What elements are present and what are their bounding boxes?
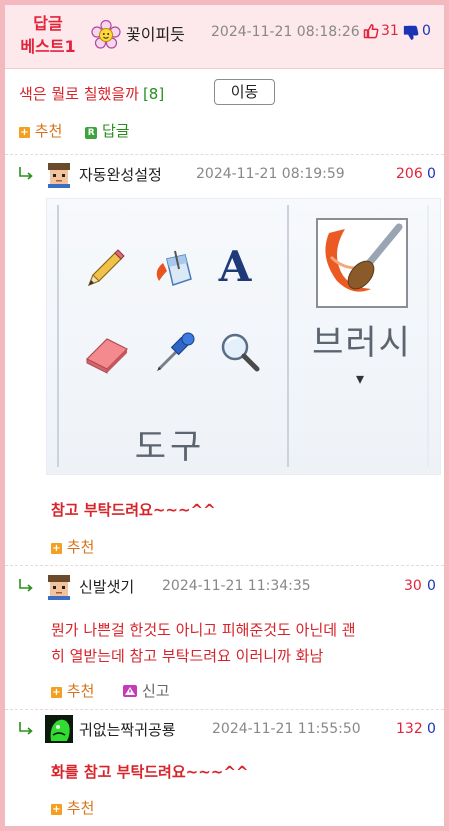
recommend-button[interactable]: + 추천 (51, 797, 94, 818)
comment-downvotes[interactable]: 0 (427, 721, 436, 737)
brush-dropdown-icon[interactable]: ▾ (345, 369, 375, 388)
comment-text: 화를 참고 부탁드려요~~~^^ (51, 763, 249, 781)
reply-icon: R (85, 127, 98, 139)
plus-icon: + (51, 804, 62, 815)
avatar[interactable] (45, 715, 73, 743)
comment-downvotes[interactable]: 0 (427, 166, 436, 182)
comment-upvotes[interactable]: 132 (396, 721, 423, 737)
recommend-button[interactable]: + 추천 (19, 122, 62, 140)
comment-timestamp: 2024-11-21 11:34:35 (162, 578, 311, 594)
best-reply-header: 답글 베스트1 꽃이피듯 2024-11-21 08:18:26 31 0 (5, 5, 444, 69)
recommend-button[interactable]: + 추천 (51, 536, 94, 557)
comment-image-paint-tools: A 도구 브러시 ▾ (46, 198, 441, 475)
comment-upvotes[interactable]: 30 (404, 578, 422, 594)
comment-panel: 답글 베스트1 꽃이피듯 2024-11-21 08:18:26 31 0 색은… (5, 5, 444, 826)
flower-icon (91, 20, 121, 49)
post-title[interactable]: 색은 뭘로 칠했을까 (19, 85, 139, 103)
comment-author[interactable]: 신발샛기 (79, 576, 134, 597)
eraser-icon (85, 338, 129, 374)
plus-icon: + (19, 127, 30, 138)
reply-arrow-icon (19, 722, 33, 735)
best-reply-author[interactable]: 꽃이피듯 (126, 21, 185, 45)
comment-author[interactable]: 자동완성설정 (79, 164, 162, 185)
post-actions: + 추천 R 답글 (19, 120, 130, 141)
magnifier-icon (221, 333, 260, 372)
text-tool-icon: A (218, 242, 252, 291)
comment-timestamp: 2024-11-21 11:55:50 (212, 721, 361, 737)
move-button[interactable]: 이동 (214, 79, 275, 105)
pencil-icon (87, 249, 125, 287)
divider (5, 154, 444, 155)
divider (5, 709, 444, 710)
brush-label: 브러시 (312, 323, 412, 363)
best-reply-upvotes: 31 (381, 23, 399, 39)
comment-actions: + 추천 신고 (51, 680, 170, 701)
reply-arrow-icon (19, 167, 33, 180)
comment-downvotes[interactable]: 0 (427, 578, 436, 594)
avatar[interactable] (45, 572, 73, 600)
comment-upvotes[interactable]: 206 (396, 166, 423, 182)
paint-bucket-icon (156, 250, 192, 286)
reply-count: [8] (142, 85, 165, 103)
report-icon (123, 685, 138, 697)
best-reply-badge: 답글 베스트1 (20, 14, 76, 56)
reply-arrow-icon (19, 579, 33, 592)
reply-button[interactable]: R 답글 (85, 122, 130, 140)
best-reply-downvotes: 0 (422, 23, 431, 39)
best-reply-timestamp: 2024-11-21 08:18:26 (211, 24, 360, 40)
post-title-row[interactable]: 색은 뭘로 칠했을까 [8] (19, 83, 164, 104)
recommend-button[interactable]: + 추천 (51, 682, 94, 700)
comment-text: 참고 부탁드려요~~~^^ (51, 501, 216, 519)
comment-author[interactable]: 귀없는짝귀공룡 (79, 719, 176, 740)
color-picker-icon (157, 332, 195, 371)
plus-icon: + (51, 687, 62, 698)
plus-icon: + (51, 543, 62, 554)
avatar[interactable] (45, 160, 73, 188)
thumbs-up-icon[interactable] (363, 23, 379, 39)
comment-text: 뭔가 나쁜걸 한것도 아니고 피해준것도 아닌데 괜 히 열받는데 참고 부탁드… (51, 621, 356, 665)
tools-group-label: 도구 (134, 427, 206, 467)
report-button[interactable]: 신고 (123, 682, 170, 700)
comment-timestamp: 2024-11-21 08:19:59 (196, 166, 345, 182)
thumbs-down-icon[interactable] (403, 25, 419, 41)
divider (5, 565, 444, 566)
brush-icon (316, 218, 408, 308)
